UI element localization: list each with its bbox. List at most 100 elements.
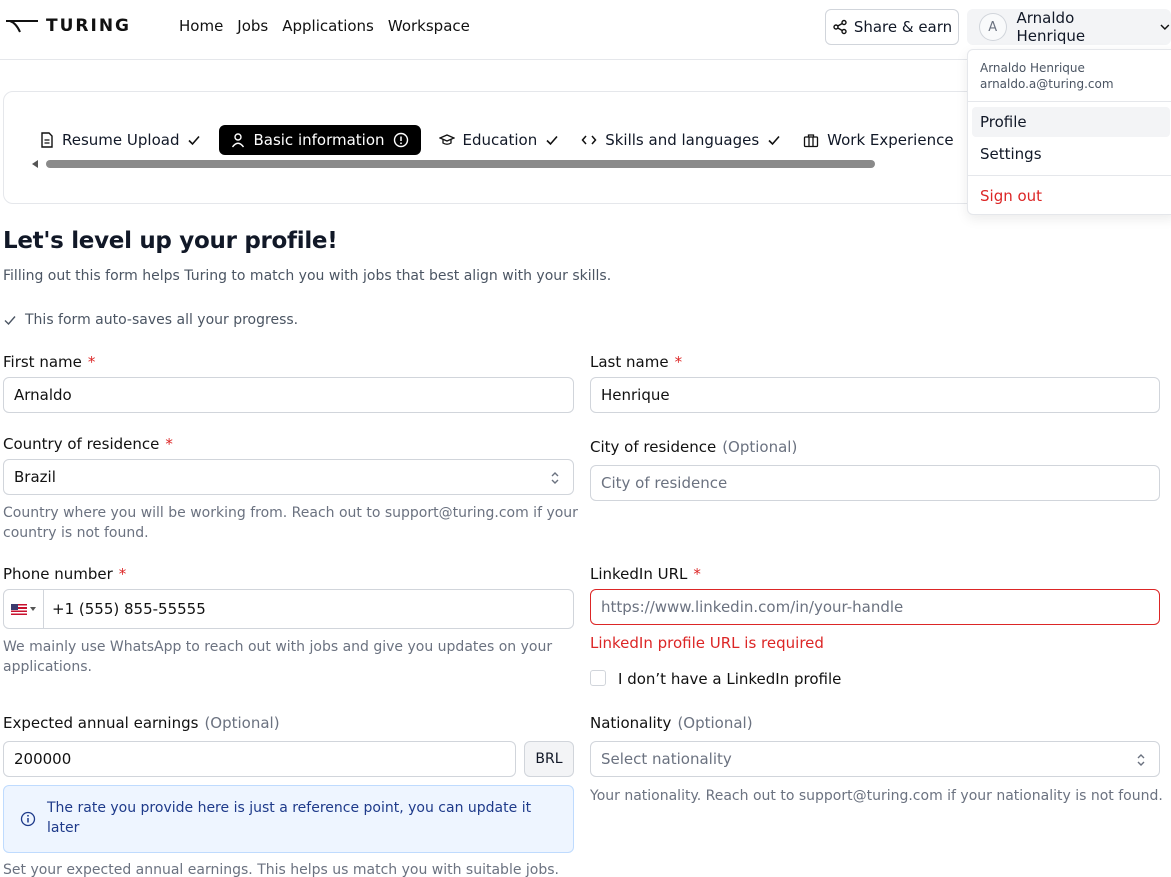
phone-input[interactable]: +1 (555) 855-55555 [3, 589, 574, 629]
graduation-cap-icon [438, 134, 455, 145]
linkedin-error: LinkedIn profile URL is required [590, 634, 824, 652]
last-name-label: Last name * [590, 353, 682, 371]
required-mark: * [87, 353, 96, 371]
last-name-input[interactable]: Henrique [590, 377, 1160, 413]
info-icon [20, 811, 36, 827]
menu-item-settings[interactable]: Settings [972, 139, 1170, 169]
nationality-help: Your nationality. Reach out to support@t… [590, 788, 1163, 804]
currency-badge[interactable]: BRL [524, 741, 574, 777]
earnings-label: Expected annual earnings (Optional) [3, 714, 280, 732]
label-text: City of residence [590, 438, 717, 456]
step-resume-upload[interactable]: Resume Upload [36, 125, 205, 155]
check-icon [188, 135, 201, 146]
nav-home[interactable]: Home [179, 17, 223, 35]
user-icon [232, 133, 245, 148]
info-text: The rate you provide here is just a refe… [47, 800, 532, 836]
scrollbar-thumb[interactable] [46, 160, 875, 168]
turing-logo-icon [6, 20, 38, 33]
menu-divider [968, 175, 1171, 176]
caret-down-icon [30, 607, 36, 611]
city-label: City of residence (Optional) [590, 438, 797, 456]
menu-item-sign-out[interactable]: Sign out [972, 181, 1170, 211]
share-label: Share & earn [853, 18, 953, 36]
optional-mark: (Optional) [204, 714, 280, 732]
nationality-placeholder: Select nationality [601, 750, 732, 768]
onboarding-stepper: Resume Upload Basic information Educatio… [3, 91, 1003, 204]
step-label: Basic information [253, 131, 385, 149]
autosave-notice: This form auto-saves all your progress. [3, 312, 298, 328]
step-education[interactable]: Education [435, 125, 564, 155]
check-icon [546, 135, 558, 146]
menu-user-name: Arnaldo Henrique [980, 61, 1085, 75]
check-icon [4, 316, 16, 326]
no-linkedin-label[interactable]: I don’t have a LinkedIn profile [618, 670, 841, 688]
us-flag-icon [11, 603, 27, 615]
phone-value: +1 (555) 855-55555 [52, 600, 206, 618]
menu-user-email: arnaldo.a@turing.com [980, 77, 1114, 91]
label-text: Nationality [590, 714, 672, 732]
no-linkedin-checkbox[interactable] [590, 670, 606, 686]
nav-applications[interactable]: Applications [282, 17, 374, 35]
main-nav: Home Jobs Applications Workspace [179, 17, 470, 35]
menu-user-info: Arnaldo Henrique arnaldo.a@turing.com [968, 50, 1171, 102]
user-menu-button[interactable]: A Arnaldo Henrique [967, 9, 1171, 45]
turing-logo[interactable]: TURING [6, 16, 131, 36]
country-label: Country of residence * [3, 435, 173, 453]
phone-label: Phone number * [3, 565, 126, 583]
step-label: Work Experience [827, 131, 954, 149]
avatar: A [979, 13, 1007, 41]
step-label: Resume Upload [62, 131, 180, 149]
label-text: Expected annual earnings [3, 714, 199, 732]
chevron-down-icon [1160, 24, 1170, 31]
label-text: First name [3, 353, 82, 371]
step-work-experience[interactable]: Work Experience [799, 125, 957, 155]
phone-help: We mainly use WhatsApp to reach out with… [3, 639, 553, 675]
label-text: LinkedIn URL [590, 565, 688, 583]
nationality-select[interactable]: Select nationality [590, 741, 1160, 777]
linkedin-label: LinkedIn URL * [590, 565, 701, 583]
earnings-info-alert: The rate you provide here is just a refe… [3, 785, 574, 853]
user-name: Arnaldo Henrique [1016, 9, 1086, 45]
required-mark: * [693, 565, 701, 583]
code-icon [581, 135, 597, 145]
briefcase-icon [804, 133, 819, 147]
step-basic-information[interactable]: Basic information [219, 125, 421, 155]
alert-circle-icon [393, 132, 408, 148]
autosave-text: This form auto-saves all your progress. [25, 312, 299, 328]
share-icon [833, 19, 847, 35]
menu-item-profile[interactable]: Profile [972, 107, 1170, 137]
document-icon [41, 132, 53, 148]
user-dropdown-menu: Arnaldo Henrique arnaldo.a@turing.com Pr… [967, 49, 1171, 215]
city-input[interactable]: City of residence [590, 465, 1160, 501]
optional-mark: (Optional) [722, 438, 798, 456]
page-subtitle: Filling out this form helps Turing to ma… [3, 268, 612, 284]
page-title: Let's level up your profile! [3, 228, 338, 254]
nationality-label: Nationality (Optional) [590, 714, 753, 732]
country-code-picker[interactable] [4, 590, 44, 628]
first-name-input[interactable]: Arnaldo [3, 377, 574, 413]
label-text: Last name [590, 353, 669, 371]
earnings-input[interactable]: 200000 [3, 741, 516, 777]
required-mark: * [118, 565, 127, 583]
check-icon [768, 135, 780, 146]
nav-workspace[interactable]: Workspace [388, 17, 470, 35]
step-skills-languages[interactable]: Skills and languages [577, 125, 785, 155]
step-label: Education [462, 131, 538, 149]
linkedin-input[interactable]: https://www.linkedin.com/in/your-handle [590, 589, 1160, 625]
first-name-label: First name * [3, 353, 95, 371]
required-mark: * [674, 353, 683, 371]
scroll-left-arrow-icon[interactable] [32, 160, 38, 168]
country-select[interactable]: Brazil [3, 459, 574, 495]
share-earn-button[interactable]: Share & earn [825, 9, 959, 45]
nav-jobs[interactable]: Jobs [237, 17, 268, 35]
step-label: Skills and languages [605, 131, 760, 149]
stepper-scrollbar[interactable] [32, 160, 892, 168]
step-list: Resume Upload Basic information Educatio… [36, 125, 996, 155]
chevron-up-down-icon [1137, 754, 1145, 766]
country-value: Brazil [14, 468, 56, 486]
chevron-up-down-icon [551, 472, 559, 484]
label-text: Country of residence [3, 435, 160, 453]
country-help: Country where you will be working from. … [3, 505, 578, 541]
optional-mark: (Optional) [677, 714, 753, 732]
logo-text: TURING [46, 16, 131, 36]
